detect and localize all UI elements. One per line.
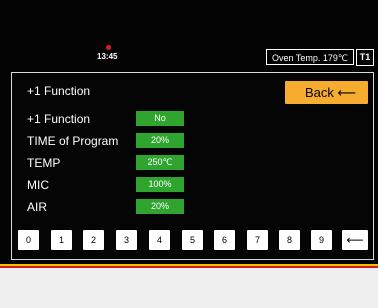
key-9[interactable]: 9: [311, 230, 332, 250]
oven-temp-display: Oven Temp. 179℃: [266, 49, 354, 65]
key-0[interactable]: 0: [18, 230, 39, 250]
key-2[interactable]: 2: [83, 230, 104, 250]
key-7[interactable]: 7: [247, 230, 268, 250]
row-label-air: AIR: [27, 200, 48, 214]
key-5[interactable]: 5: [182, 230, 203, 250]
recording-dot-icon: [106, 45, 111, 50]
key-1[interactable]: 1: [51, 230, 72, 250]
row-value-air[interactable]: 20%: [136, 199, 184, 214]
backspace-arrow-icon: ⟵: [346, 233, 364, 247]
key-8[interactable]: 8: [279, 230, 300, 250]
back-arrow-icon: ⟵: [337, 85, 356, 100]
key-6[interactable]: 6: [214, 230, 235, 250]
row-value-temp[interactable]: 250℃: [136, 155, 184, 170]
key-3[interactable]: 3: [116, 230, 137, 250]
row-label-mic: MIC: [27, 178, 49, 192]
back-button-label: Back: [305, 85, 334, 100]
backspace-key[interactable]: ⟵: [342, 230, 368, 250]
row-value-mic[interactable]: 100%: [136, 177, 184, 192]
clock: 13:45: [97, 52, 118, 61]
tray-badge: T1: [356, 49, 374, 66]
row-label-time-of-program: TIME of Program: [27, 134, 119, 148]
row-value-time-of-program[interactable]: 20%: [136, 133, 184, 148]
row-label-plus1: +1 Function: [27, 112, 91, 126]
back-button[interactable]: Back ⟵: [285, 81, 368, 104]
row-value-plus1[interactable]: No: [136, 111, 184, 126]
row-label-temp: TEMP: [27, 156, 61, 170]
key-4[interactable]: 4: [149, 230, 170, 250]
bottom-bezel: [0, 268, 378, 308]
oven-screen: 13:45 Oven Temp. 179℃ T1 +1 Function Bac…: [0, 0, 378, 308]
page-title: +1 Function: [27, 84, 91, 98]
